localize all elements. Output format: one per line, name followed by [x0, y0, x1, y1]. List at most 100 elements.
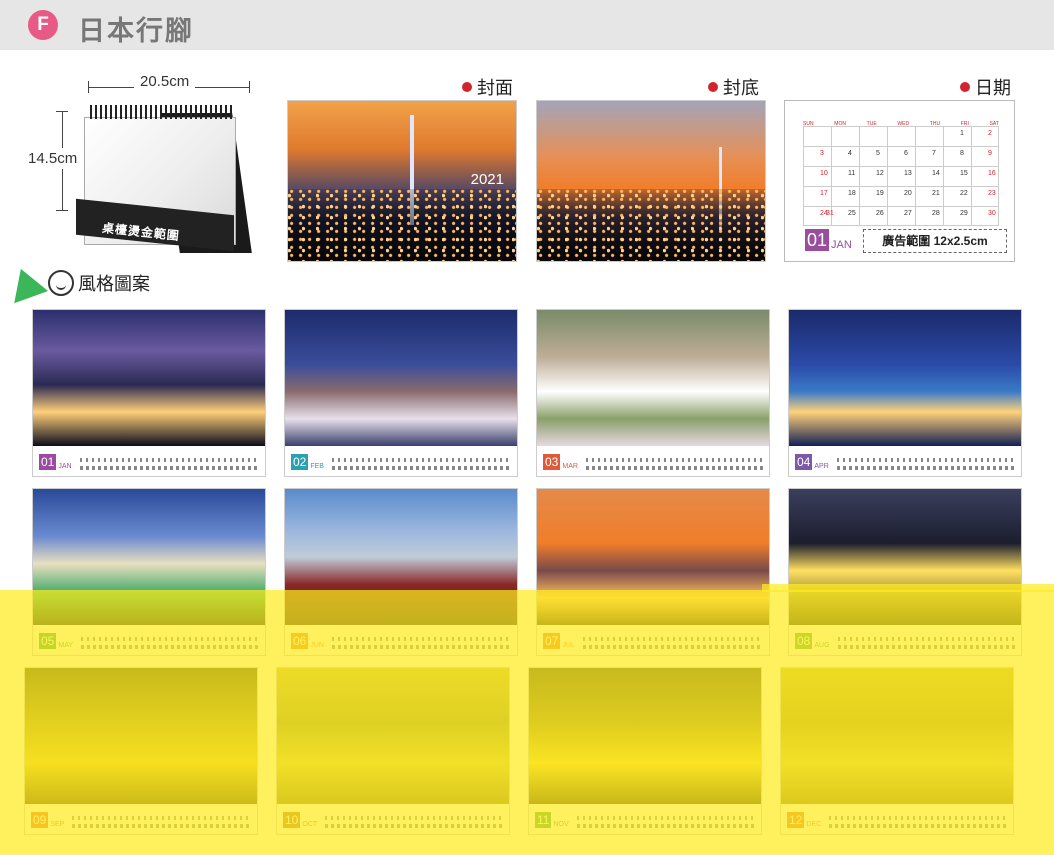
month-number: 12 — [787, 812, 805, 828]
date-heading: 日期 — [960, 74, 1011, 100]
month-number: 02 — [291, 454, 309, 470]
style-heading: 風格圖案 — [3, 262, 150, 304]
day-row — [79, 458, 259, 470]
series-badge: F — [28, 10, 58, 40]
month-card: 04 APR — [788, 309, 1022, 477]
desk-calendar-illustration: 20.5cm 桌檯燙金範圍 14.5cm — [20, 73, 260, 260]
month-name: MAR — [562, 463, 578, 470]
month-strip: 04 APR — [795, 452, 1015, 470]
date-number: 4 — [848, 150, 852, 157]
month-name: JUL — [562, 642, 575, 649]
day-row — [829, 816, 1007, 828]
month-strip: 01 JAN — [39, 452, 259, 470]
month-number: 05 — [39, 633, 57, 649]
day-row — [585, 458, 763, 470]
month-name: AUG — [814, 642, 830, 649]
month-strip: 11 NOV — [535, 810, 755, 828]
month-number: 03 — [543, 454, 561, 470]
month-photo — [781, 668, 1013, 804]
month-number: 07 — [543, 633, 561, 649]
month-photo — [789, 310, 1021, 446]
month-photo — [529, 668, 761, 804]
month-strip: 03 MAR — [543, 452, 763, 470]
month-name: JUN — [310, 642, 324, 649]
date-number: 7 — [932, 150, 936, 157]
date-number: 28 — [932, 210, 940, 217]
date-number: 19 — [876, 190, 884, 197]
month-name: SEP — [50, 821, 65, 828]
date-number: 30 — [988, 210, 996, 217]
date-number: 12 — [876, 170, 884, 177]
month-number: 11 — [535, 812, 552, 828]
date-number: 2 — [988, 130, 992, 137]
day-row — [72, 816, 251, 828]
day-row — [576, 816, 755, 828]
date-number: 15 — [960, 170, 968, 177]
date-number: 8 — [960, 150, 964, 157]
day-row — [331, 458, 511, 470]
day-row — [325, 816, 503, 828]
month-number: 09 — [31, 812, 49, 828]
date-number: 5 — [876, 150, 880, 157]
month-name: MAY — [58, 642, 74, 649]
month-card: 10 OCT — [276, 667, 510, 835]
cover-heading: 封面 — [462, 74, 513, 100]
month-strip: 12 DEC — [787, 810, 1007, 828]
date-number: 13 — [904, 170, 912, 177]
month-card: 01 JAN — [32, 309, 266, 477]
red-dot-icon — [708, 82, 718, 92]
month-photo — [537, 489, 769, 625]
month-strip: 05 MAY — [39, 631, 259, 649]
month-card: 09 SEP — [24, 667, 258, 835]
date-number: 18 — [848, 190, 856, 197]
back-cover-heading: 封底 — [708, 74, 759, 100]
month-name: OCT — [302, 821, 318, 828]
width-label: 20.5cm — [134, 73, 196, 90]
month-name: DEC — [806, 821, 822, 828]
date-page-month: 01 JAN — [805, 229, 852, 251]
day-row — [836, 458, 1015, 470]
month-strip: 06 JUN — [291, 631, 511, 649]
date-number: 17 — [820, 190, 828, 197]
day-row — [331, 637, 511, 649]
month-number: 06 — [291, 633, 309, 649]
date-number: 27 — [904, 210, 912, 217]
month-photo — [285, 489, 517, 625]
date-number: 1 — [960, 130, 964, 137]
date-number: 11 — [848, 170, 856, 177]
date-number: 31 — [826, 210, 834, 217]
title-bar: F 日本行腳 — [0, 0, 1054, 50]
red-dot-icon — [960, 82, 970, 92]
date-number: 29 — [960, 210, 968, 217]
date-number: 26 — [876, 210, 884, 217]
month-name: FEB — [310, 463, 324, 470]
month-card: 12 DEC — [780, 667, 1014, 835]
date-number: 22 — [960, 190, 968, 197]
month-strip: 09 SEP — [31, 810, 251, 828]
page: F 日本行腳 20.5cm 桌檯燙金範圍 14.5cm 封面 封底 日期 2 02… — [0, 0, 1054, 855]
month-name: JAN — [58, 463, 72, 470]
date-number: 23 — [988, 190, 996, 197]
day-row — [837, 637, 1015, 649]
month-card: 02 FEB — [284, 309, 518, 477]
month-strip: 07 JUL — [543, 631, 763, 649]
month-photo — [277, 668, 509, 804]
month-number: 10 — [283, 812, 301, 828]
date-number: 14 — [932, 170, 940, 177]
width-dimension: 20.5cm — [88, 73, 250, 93]
month-number: 08 — [795, 633, 813, 649]
month-card: 03 MAR — [536, 309, 770, 477]
month-number: 01 — [39, 454, 57, 470]
date-number: 16 — [988, 170, 996, 177]
spiral-binding — [90, 105, 234, 119]
date-number: 25 — [848, 210, 856, 217]
height-label: 14.5cm — [28, 148, 78, 169]
date-number: 10 — [820, 170, 828, 177]
day-row — [582, 637, 763, 649]
date-number: 21 — [932, 190, 940, 197]
date-number: 3 — [820, 150, 824, 157]
month-strip: 02 FEB — [291, 452, 511, 470]
month-card: 06 JUN — [284, 488, 518, 656]
month-strip: 10 OCT — [283, 810, 503, 828]
red-dot-icon — [462, 82, 472, 92]
